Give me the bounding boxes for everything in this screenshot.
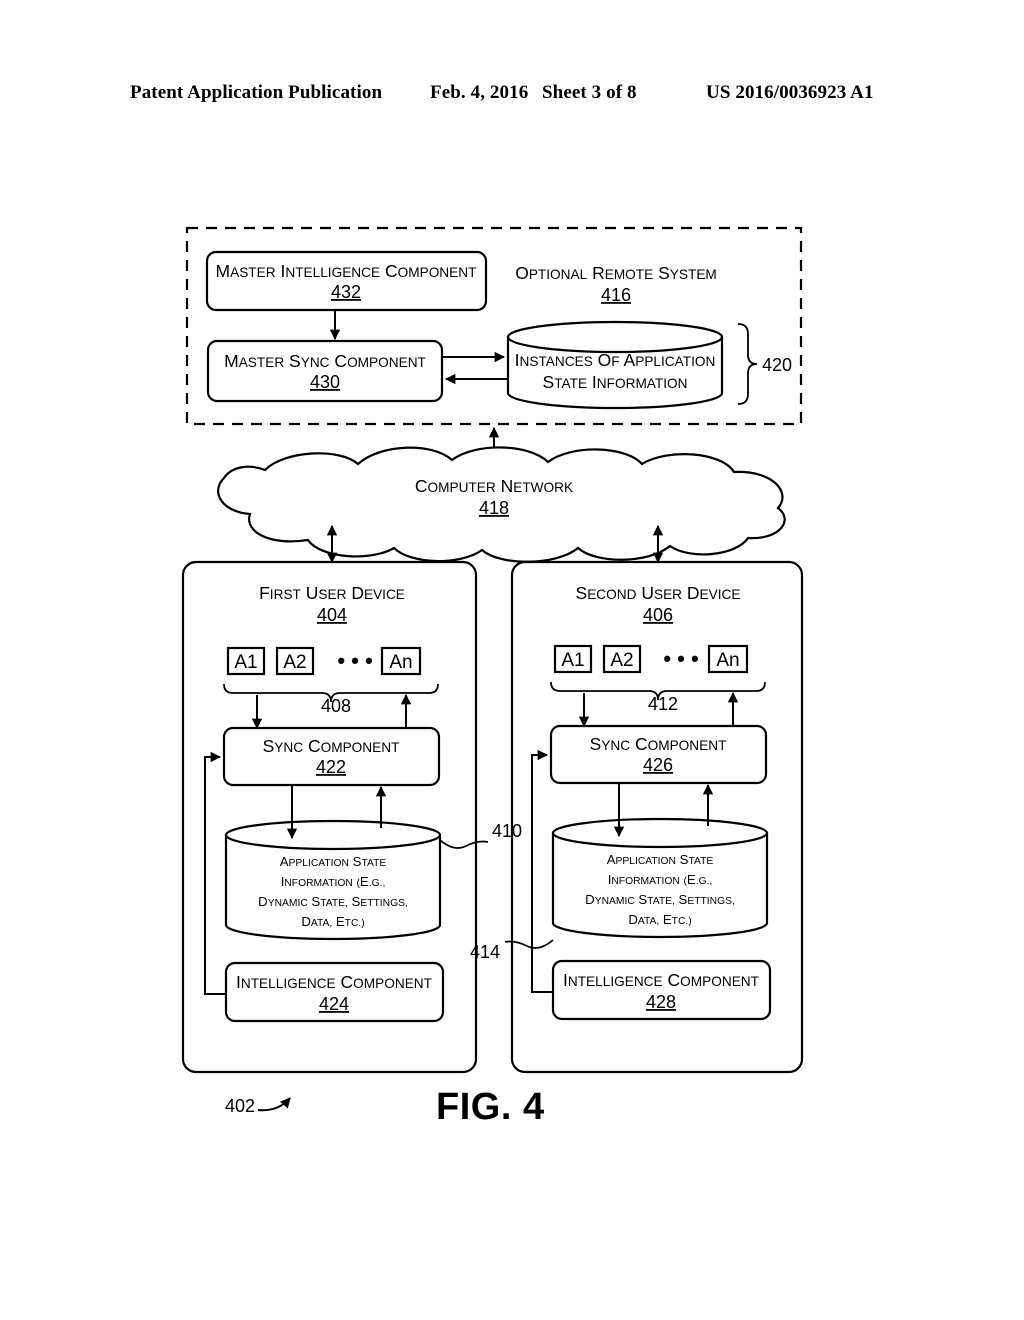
- first-device-app-a2-label: A2: [283, 652, 306, 673]
- master-sync-component-ref: 430: [310, 372, 340, 392]
- leader-402-arrow: [257, 1097, 291, 1112]
- connector-ref-414: 414: [470, 942, 500, 962]
- second-device-app-a2-label: A2: [610, 650, 633, 671]
- first-device-app-an-label: An: [389, 652, 412, 673]
- first-device-app-ellipsis: • • •: [337, 648, 372, 673]
- second-device-app-a1-label: A1: [561, 650, 584, 671]
- ref-420-label: 420: [762, 355, 792, 375]
- brace-420: [737, 323, 758, 405]
- second-device-app-an-label: An: [716, 650, 739, 671]
- first-device-app-a1-label: A1: [234, 652, 257, 673]
- remote-system-ref: 416: [601, 285, 631, 305]
- first-device-apps-ref: 408: [321, 696, 351, 716]
- figure-caption: FIG. 4: [436, 1086, 545, 1128]
- remote-system-title: OPTIONAL REMOTE SYSTEM: [515, 263, 717, 283]
- master-intelligence-component-ref: 432: [331, 282, 361, 302]
- first-device-intelligence-component-ref: 424: [319, 994, 349, 1014]
- first-device-sync-component-ref: 422: [316, 757, 346, 777]
- second-device-intelligence-component-ref: 428: [646, 992, 676, 1012]
- second-device-sync-component-ref: 426: [643, 755, 673, 775]
- second-device-apps-ref: 412: [648, 694, 678, 714]
- figure-system-ref: 402: [225, 1096, 256, 1116]
- second-user-device-ref: 406: [643, 605, 673, 625]
- computer-network-ref: 418: [479, 498, 509, 518]
- first-user-device-ref: 404: [317, 605, 347, 625]
- master-sync-component-box[interactable]: [206, 339, 444, 403]
- connector-ref-410: 410: [492, 821, 522, 841]
- second-device-app-ellipsis: • • •: [663, 646, 698, 671]
